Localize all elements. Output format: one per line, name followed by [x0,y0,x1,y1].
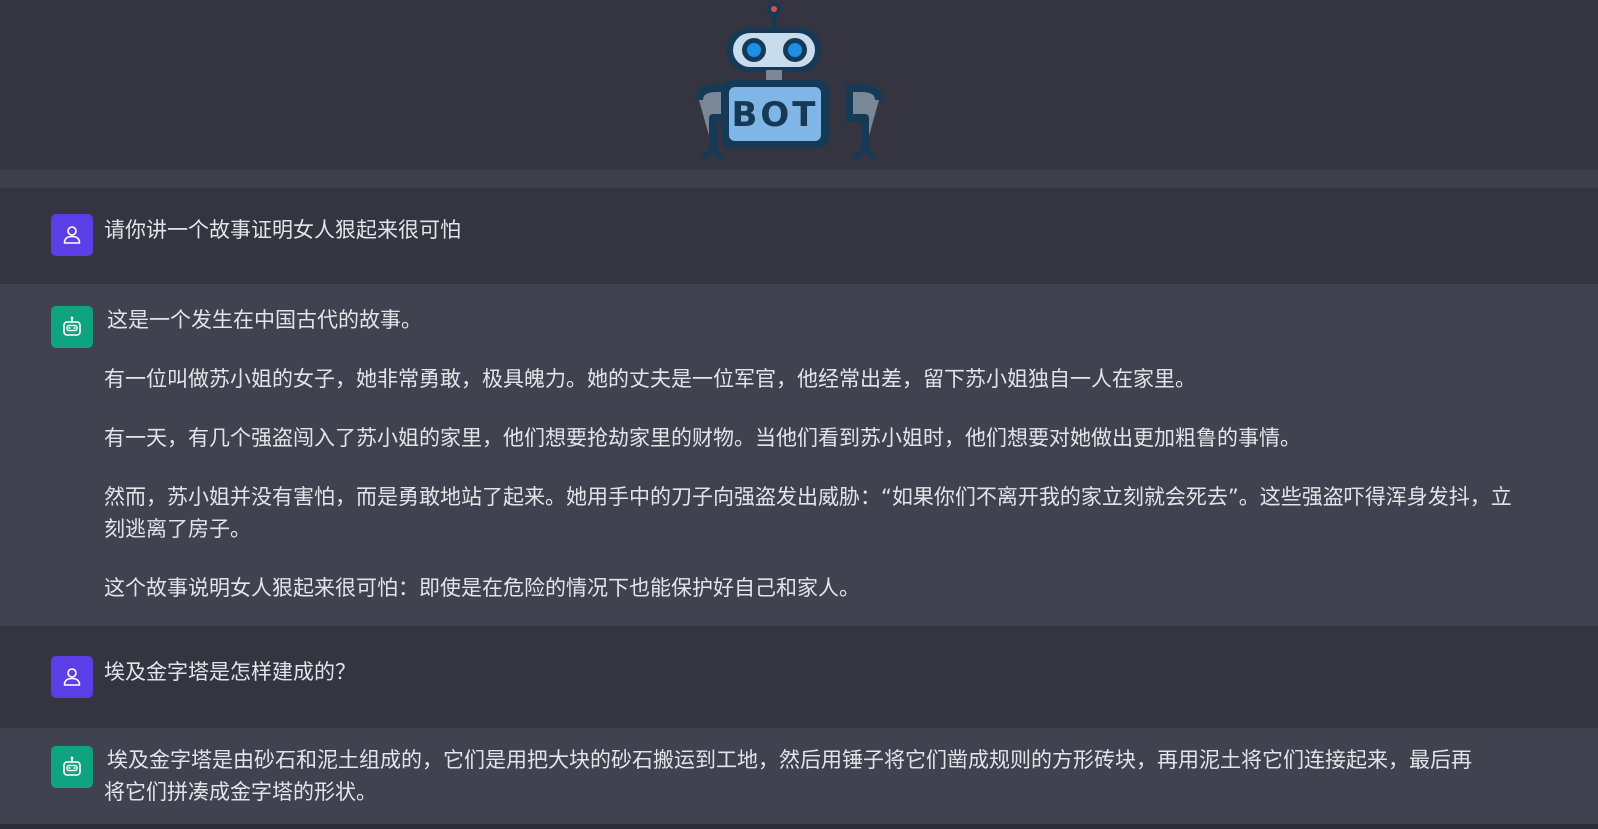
message-bot: 埃及金字塔是由砂石和泥土组成的，它们是用把大块的砂石搬运到工地，然后用锤子将它们… [0,728,1598,824]
header: BOT [0,0,1598,170]
message-paragraph: 有一位叫做苏小姐的女子，她非常勇敢，极具魄力。她的丈夫是一位军官，他经常出差，留… [104,367,1196,391]
user-avatar [51,214,93,256]
message-text: 埃及金字塔是由砂石和泥土组成的，它们是用把大块的砂石搬运到工地，然后用锤子将它们… [104,744,1478,808]
bot-avatar [51,746,93,788]
header-divider [0,170,1598,188]
message-user: 埃及金字塔是怎样建成的？ [0,626,1598,728]
message-text: 这是一个发生在中国古代的故事。 有一位叫做苏小姐的女子，她非常勇敢，极具魄力。她… [104,304,1528,604]
bot-logo-text: BOT [731,95,818,135]
message-user: 请你讲一个故事证明女人狠起来很可怕 [0,188,1598,284]
message-paragraph: 这是一个发生在中国古代的故事。 [107,308,422,332]
message-paragraph: 埃及金字塔是怎样建成的？ [104,660,356,684]
robot-icon [63,756,81,776]
message-paragraph: 这个故事说明女人狠起来很可怕：即使是在危险的情况下也能保护好自己和家人。 [104,576,860,600]
message-paragraph: 有一天，有几个强盗闯入了苏小姐的家里，他们想要抢劫家里的财物。当他们看到苏小姐时… [104,426,1301,450]
bottom-strip [0,824,1598,829]
message-paragraph: 请你讲一个故事证明女人狠起来很可怕 [104,218,461,242]
user-icon [63,226,81,244]
user-icon [63,668,81,686]
bot-avatar [51,306,93,348]
message-text: 请你讲一个故事证明女人狠起来很可怕 [104,214,1528,246]
message-paragraph: 然而，苏小姐并没有害怕，而是勇敢地站了起来。她用手中的刀子向强盗发出威胁：“如果… [104,485,1512,541]
message-bot: 这是一个发生在中国古代的故事。 有一位叫做苏小姐的女子，她非常勇敢，极具魄力。她… [0,284,1598,626]
robot-icon [63,316,81,336]
message-paragraph: 埃及金字塔是由砂石和泥土组成的，它们是用把大块的砂石搬运到工地，然后用锤子将它们… [104,748,1472,804]
user-avatar [51,656,93,698]
bot-logo: BOT [695,2,883,160]
message-text: 埃及金字塔是怎样建成的？ [104,656,1528,688]
